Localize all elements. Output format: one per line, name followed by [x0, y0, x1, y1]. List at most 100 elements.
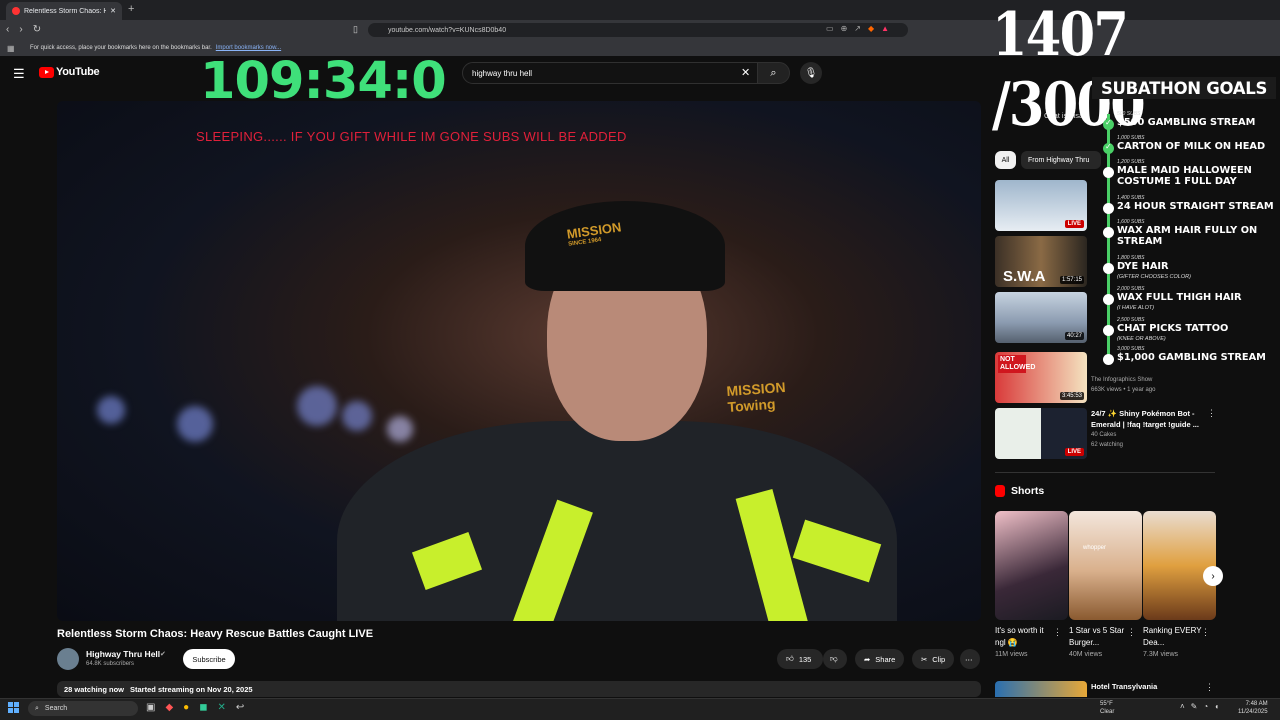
goal-status-icon: [1103, 142, 1114, 154]
goal-note: (GIFTER CHOOSES COLOR): [1117, 274, 1191, 280]
divider: [995, 472, 1215, 473]
bokeh-light: [97, 396, 125, 424]
wifi-icon[interactable]: ◔: [1203, 702, 1208, 711]
cap: [525, 201, 725, 291]
short-title[interactable]: It's so worth it ngl 😭: [995, 625, 1055, 649]
bokeh-light: [297, 386, 337, 426]
related-video-meta[interactable]: The Infographics Show 663K views • 1 yea…: [1091, 375, 1155, 395]
search-icon: ⌕: [35, 704, 39, 712]
more-icon[interactable]: ⋮: [1053, 627, 1062, 638]
duration-badge: 40:27: [1064, 332, 1084, 340]
short-thumbnail[interactable]: whopper: [1069, 511, 1142, 620]
short-views: 7.3M views: [1143, 651, 1179, 658]
short-title[interactable]: 1 Star vs 5 Star Burger...: [1069, 625, 1129, 649]
share-button[interactable]: ➦ Share: [855, 649, 905, 669]
more-icon[interactable]: ⋮: [1205, 682, 1214, 693]
brave-rewards-icon[interactable]: ▲: [881, 24, 889, 33]
clip-button[interactable]: ✂ Clip: [912, 649, 955, 669]
bokeh-light: [387, 416, 413, 442]
excel-icon[interactable]: ✕: [218, 702, 226, 713]
forward-icon[interactable]: ›: [19, 24, 22, 35]
related-video-meta[interactable]: 24/7 ✨ Shiny Pokémon Bot - Emerald | !fa…: [1091, 408, 1203, 450]
thumbnail-title: NOT ALLOWED: [998, 355, 1036, 373]
video-title: Relentless Storm Chaos: Heavy Rescue Bat…: [57, 628, 374, 640]
related-views: 663K views • 1 year ago: [1091, 387, 1156, 393]
chip-all[interactable]: All: [995, 151, 1016, 169]
reload-icon[interactable]: ↻: [33, 24, 41, 35]
channel-name[interactable]: Highway Thru Hell: [86, 649, 160, 659]
search-button[interactable]: ⌕: [757, 62, 790, 84]
app-icon[interactable]: ◼: [199, 702, 207, 713]
bookmark-icon[interactable]: ▯: [353, 24, 358, 35]
chip-from-channel[interactable]: From Highway Thru: [1021, 151, 1101, 169]
like-button[interactable]: 👍︎ 135: [777, 649, 823, 669]
apps-grid-icon[interactable]: ▦: [7, 44, 15, 53]
brave-shield-icon[interactable]: ◆: [868, 24, 874, 33]
more-icon[interactable]: ⋮: [1127, 627, 1136, 638]
short-thumbnail[interactable]: [995, 511, 1068, 620]
description-box[interactable]: 28 watching now Started streaming on Nov…: [57, 681, 981, 697]
related-video-thumbnail[interactable]: 40:27: [995, 292, 1087, 343]
shorts-next-button[interactable]: ›: [1203, 566, 1223, 586]
youtube-logo[interactable]: YouTube: [39, 66, 100, 78]
share-page-icon[interactable]: ↗: [854, 24, 861, 33]
related-video-thumbnail[interactable]: LIVE: [995, 180, 1087, 231]
chevron-up-icon[interactable]: ˄: [1180, 702, 1185, 711]
youtube-play-icon: [39, 66, 54, 78]
clip-label: Clip: [932, 654, 946, 664]
taskbar-search-label: Search: [44, 705, 68, 712]
back-app-icon[interactable]: ↩: [236, 702, 244, 713]
taskbar-search[interactable]: ⌕ Search: [28, 701, 138, 716]
search-input[interactable]: highway thru hell: [462, 62, 758, 84]
task-view-icon[interactable]: ▣: [146, 702, 155, 713]
more-icon[interactable]: ⋮: [1207, 408, 1216, 419]
menu-icon[interactable]: ☰: [13, 66, 25, 82]
import-bookmarks-link[interactable]: Import bookmarks now...: [216, 45, 281, 51]
short-caption: whopper: [1083, 545, 1107, 551]
short-title[interactable]: Ranking EVERY Dea...: [1143, 625, 1203, 649]
video-player[interactable]: MISSION Towing MISSION SINCE 1964: [57, 101, 981, 621]
goal-name: DYE HAIR: [1117, 261, 1169, 272]
volume-icon[interactable]: ◖: [1214, 702, 1219, 711]
related-channel: 40 Cakes: [1091, 432, 1117, 438]
share-label: Share: [875, 654, 896, 664]
clear-search-icon[interactable]: ✕: [741, 66, 750, 79]
mic-icon: 🎙: [804, 67, 818, 79]
windows-start-icon[interactable]: [8, 702, 19, 713]
more-icon[interactable]: ⋮: [1201, 627, 1210, 638]
goal-name: 24 HOUR STRAIGHT STREAM: [1117, 201, 1274, 212]
search-icon: ⌕: [770, 66, 777, 79]
related-video-thumbnail[interactable]: LIVE: [995, 408, 1087, 459]
shorts-label: Shorts: [1011, 485, 1045, 497]
new-tab-icon[interactable]: +: [128, 3, 134, 15]
more-actions-button[interactable]: ⋯: [960, 649, 980, 669]
close-tab-icon[interactable]: ✕: [110, 7, 116, 15]
voice-search-button[interactable]: 🎙: [800, 62, 822, 84]
thumbnail-title: S.W.A: [1003, 268, 1046, 285]
cast-icon[interactable]: ▭: [826, 24, 834, 33]
pen-icon[interactable]: ✎: [1191, 702, 1198, 711]
brave-icon[interactable]: ◆: [165, 702, 173, 713]
subscribe-button[interactable]: Subscribe: [183, 649, 235, 669]
related-video-thumbnail[interactable]: S.W.A 1:57:15: [995, 236, 1087, 287]
more-icon: ⋯: [965, 654, 973, 664]
goal-status-icon: [1103, 167, 1114, 178]
chrome-icon[interactable]: ●: [183, 702, 189, 713]
related-viewers: 62 watching: [1091, 442, 1124, 448]
weather-widget[interactable]: 55°F Clear: [1100, 700, 1114, 716]
scissors-icon: ✂: [921, 654, 928, 664]
related-video-thumbnail[interactable]: [995, 681, 1087, 697]
taskbar-apps: ▣ ◆ ● ◼ ✕ ↩: [146, 702, 244, 713]
related-video-thumbnail[interactable]: NOT ALLOWED 3:45:53: [995, 352, 1087, 403]
dislike-button[interactable]: 👎︎: [823, 649, 847, 669]
short-thumbnail[interactable]: [1143, 511, 1216, 620]
taskbar-clock[interactable]: 7:48 AM 11/24/2025: [1238, 700, 1268, 716]
logo-text: YouTube: [56, 66, 100, 78]
channel-avatar[interactable]: [57, 648, 79, 670]
goal-status-icon: [1103, 354, 1114, 365]
related-title[interactable]: Hotel Transylvania: [1091, 682, 1157, 691]
browser-tab[interactable]: Relentless Storm Chaos: Heav... ✕: [6, 2, 122, 20]
zoom-icon[interactable]: ⊕: [841, 24, 848, 33]
shorts-icon: [995, 485, 1005, 497]
back-icon[interactable]: ‹: [6, 24, 9, 35]
